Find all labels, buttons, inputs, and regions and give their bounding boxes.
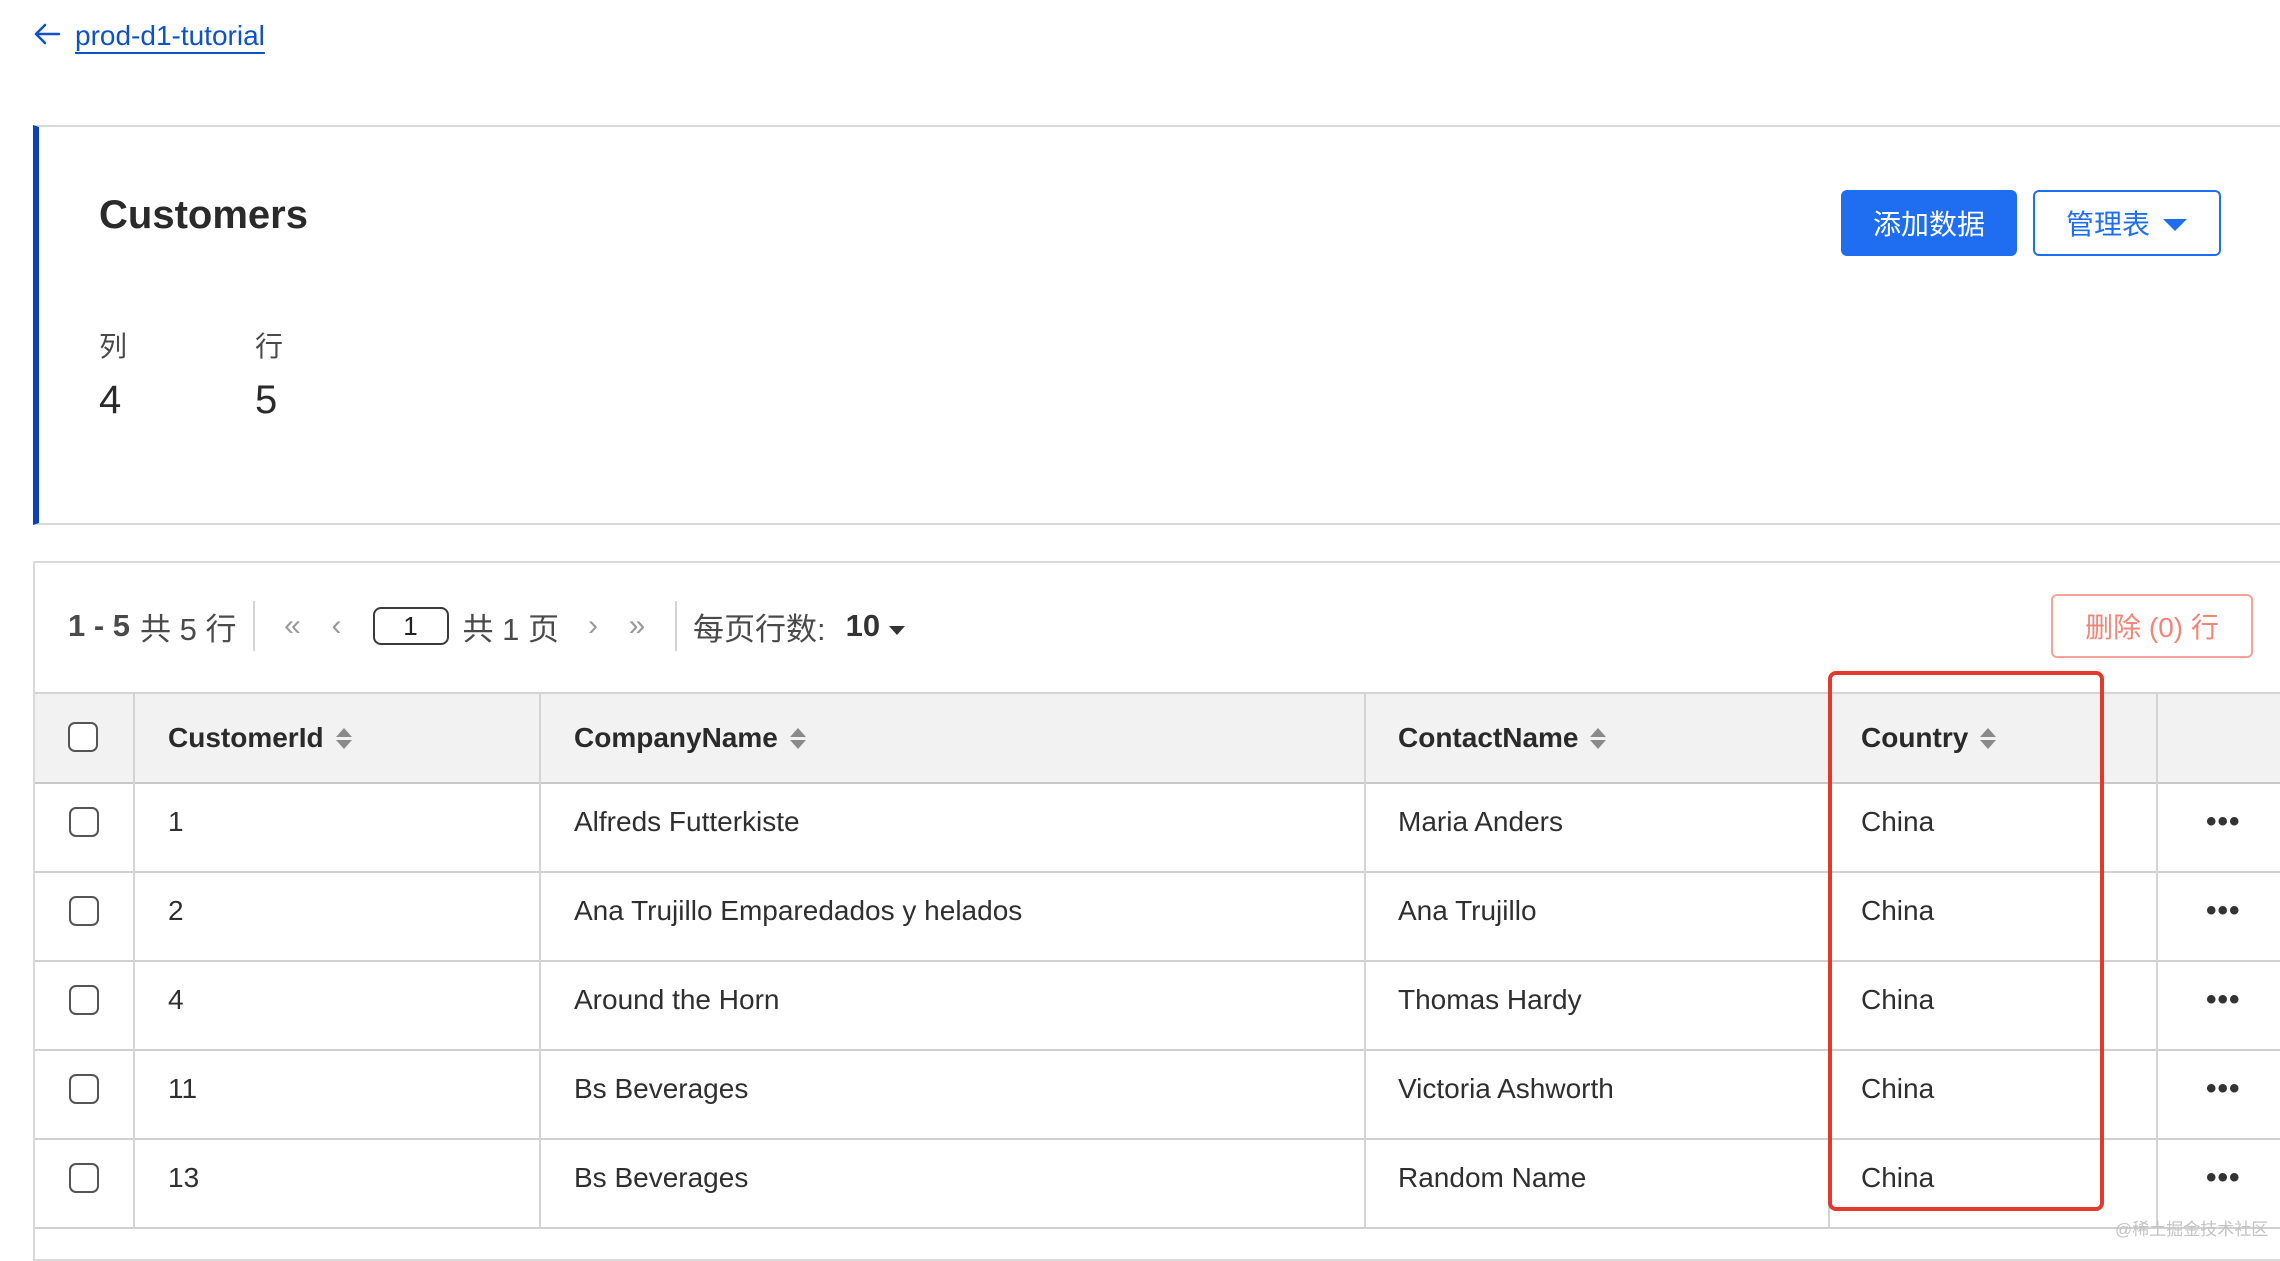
back-link-label[interactable]: prod-d1-tutorial — [75, 20, 265, 52]
cell-companyname: Bs Beverages — [574, 1162, 749, 1193]
sort-icon[interactable] — [789, 727, 806, 749]
previous-page-icon[interactable]: ‹ — [315, 609, 359, 643]
first-page-icon[interactable]: « — [271, 609, 315, 643]
last-page-icon[interactable]: » — [615, 609, 659, 643]
cell-contactname: Ana Trujillo — [1398, 895, 1537, 926]
delete-rows-button-label: 删除 (0) 行 — [2085, 612, 2219, 643]
sort-icon[interactable] — [1590, 727, 1607, 749]
divider — [674, 601, 677, 651]
country-column-highlight — [1828, 671, 2104, 1211]
column-header-label: ContactName — [1398, 722, 1579, 753]
caret-down-icon — [2162, 207, 2188, 239]
cell-customerid: 1 — [168, 806, 184, 837]
column-header-label: CompanyName — [574, 722, 778, 753]
column-header-contactname[interactable]: ContactName — [1398, 722, 1607, 754]
row-more-icon[interactable]: ••• — [2206, 1072, 2241, 1106]
next-page-icon[interactable]: › — [571, 609, 615, 643]
manage-table-button-label: 管理表 — [2065, 209, 2150, 240]
cell-companyname: Alfreds Futterkiste — [574, 806, 800, 837]
rows-per-page-label: 每页行数: — [692, 611, 826, 647]
select-all-checkbox[interactable] — [68, 722, 98, 752]
cell-contactname: Random Name — [1398, 1162, 1587, 1193]
rows-count: 5 — [255, 378, 278, 422]
rows-per-page-value: 10 — [845, 608, 881, 643]
columns-label: 列 — [99, 331, 128, 362]
rows-per-page-select[interactable]: 10 — [846, 608, 906, 644]
row-more-icon[interactable]: ••• — [2206, 894, 2241, 928]
cell-contactname: Thomas Hardy — [1398, 984, 1582, 1015]
row-range: 1 - 5 — [68, 608, 131, 643]
columns-count: 4 — [99, 378, 122, 422]
row-more-icon[interactable]: ••• — [2206, 983, 2241, 1017]
column-header-customerid[interactable]: CustomerId — [168, 722, 352, 754]
row-checkbox[interactable] — [69, 985, 99, 1015]
add-data-button-label: 添加数据 — [1872, 209, 1985, 240]
column-divider — [133, 692, 135, 1229]
column-divider — [539, 692, 541, 1229]
page-title: Customers — [99, 193, 308, 237]
row-checkbox[interactable] — [69, 896, 99, 926]
row-checkbox[interactable] — [69, 1074, 99, 1104]
page-number-input[interactable]: 1 — [372, 607, 449, 645]
column-header-companyname[interactable]: CompanyName — [574, 722, 806, 754]
divider — [252, 601, 255, 651]
column-divider — [2156, 692, 2158, 1229]
column-header-label: CustomerId — [168, 722, 324, 753]
cell-contactname: Maria Anders — [1398, 806, 1563, 837]
arrow-left-icon — [33, 23, 61, 50]
pagination-bar: 1 - 5 共 5 行 « ‹ 1 共 1 页 › » 每页行数: 10 — [68, 598, 906, 654]
total-rows: 共 5 行 — [140, 611, 237, 647]
delete-rows-button[interactable]: 删除 (0) 行 — [2051, 594, 2253, 658]
row-more-icon[interactable]: ••• — [2206, 1161, 2241, 1195]
cell-companyname: Bs Beverages — [574, 1073, 749, 1104]
cell-companyname: Around the Horn — [574, 984, 780, 1015]
cell-companyname: Ana Trujillo Emparedados y helados — [574, 895, 1023, 926]
row-checkbox[interactable] — [69, 807, 99, 837]
caret-down-icon — [888, 608, 906, 644]
cell-customerid: 4 — [168, 984, 184, 1015]
column-divider — [1364, 692, 1366, 1229]
row-more-icon[interactable]: ••• — [2206, 805, 2241, 839]
cell-customerid: 13 — [168, 1162, 200, 1193]
cell-customerid: 11 — [168, 1073, 198, 1104]
total-pages: 共 1 页 — [462, 611, 559, 647]
manage-table-button[interactable]: 管理表 — [2033, 190, 2221, 256]
sort-icon[interactable] — [335, 727, 352, 749]
rows-label: 行 — [255, 331, 284, 362]
table-summary-card — [33, 125, 2280, 525]
cell-contactname: Victoria Ashworth — [1398, 1073, 1614, 1104]
watermark: @稀土掘金技术社区 — [2115, 1220, 2269, 1239]
cell-customerid: 2 — [168, 895, 184, 926]
add-data-button[interactable]: 添加数据 — [1841, 190, 2017, 256]
back-link[interactable]: prod-d1-tutorial — [33, 20, 265, 52]
row-checkbox[interactable] — [69, 1163, 99, 1193]
